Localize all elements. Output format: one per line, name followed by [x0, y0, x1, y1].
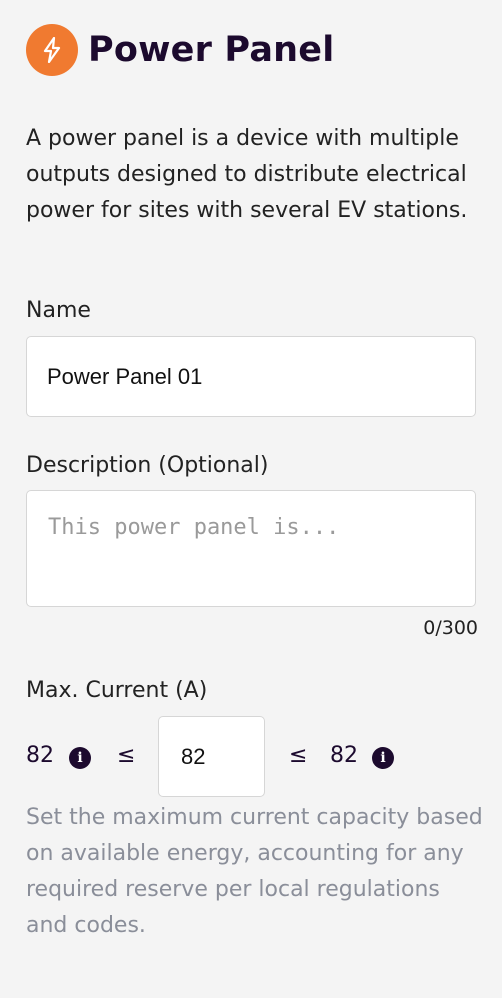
min-info-icon[interactable]: i: [69, 747, 91, 769]
name-label: Name: [26, 298, 91, 323]
page-header: Power Panel: [26, 24, 334, 76]
max-current-input[interactable]: 82: [158, 716, 265, 797]
less-equal-symbol: ≤: [117, 743, 136, 768]
max-current-label: Max. Current (A): [26, 678, 208, 703]
description-textarea[interactable]: This power panel is...: [26, 490, 476, 607]
character-counter: 0/300: [423, 617, 478, 639]
max-current-value: 82: [330, 743, 358, 768]
intro-text: A power panel is a device with multiple …: [26, 126, 468, 223]
page-title: Power Panel: [88, 30, 335, 70]
description-label: Description (Optional): [26, 453, 269, 478]
max-current-help-text: Set the maximum current capacity based o…: [26, 805, 483, 938]
max-info-icon[interactable]: i: [372, 747, 394, 769]
lightning-bolt-icon: [26, 24, 78, 76]
name-input[interactable]: Power Panel 01: [26, 336, 476, 417]
min-current-value: 82: [26, 743, 54, 768]
max-current-range: 82 i ≤ 82 ≤ 82 i: [26, 716, 486, 798]
less-equal-symbol: ≤: [289, 743, 308, 768]
